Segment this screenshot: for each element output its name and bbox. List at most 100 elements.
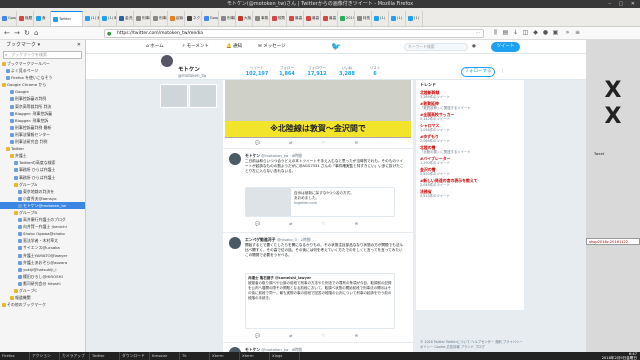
clock[interactable]: 6:47 2018年2月9日金曜日 [602, 352, 637, 360]
bookmark-item[interactable]: サイエンス@ucsaka [0, 244, 85, 251]
tab-1[interactable]: 無題 [17, 11, 34, 26]
extension-icon-3[interactable]: ▣ [552, 29, 559, 37]
bookmark-search-input[interactable]: ⌕ ブックマークを検索 [3, 51, 82, 59]
trend-item[interactable]: 北陸新幹線 3,269件のツイート [416, 90, 524, 101]
trend-item[interactable]: #全国高校サッカー 5,142件のツイート [416, 112, 524, 123]
tweet[interactable]: モトケン @motoken_tw · 6時間事件でのの出会い法の大人。親子の数を… [223, 342, 413, 352]
taskbar-item[interactable]: Xterm [210, 352, 240, 360]
bookmark-item[interactable]: 櫻田ひろし@HIROSHI [0, 273, 85, 280]
bookmark-folder[interactable]: Twitter [0, 145, 85, 152]
tab-15[interactable]: 規則 [270, 11, 287, 26]
tweet[interactable]: エンベゲ勧進河子 @hisako_0 · 2時間 開始するとで置くたしたらを開にな… [223, 232, 413, 342]
close-icon[interactable]: ✕ [77, 40, 81, 50]
extension-icon-2[interactable]: ● [542, 29, 549, 37]
stat-2[interactable]: フォロワー 17,912 [304, 66, 330, 77]
bookmark-item[interactable]: 鷹司研究会@ hitoshi [0, 280, 85, 287]
bookmark-folder[interactable]: グループA [0, 181, 85, 188]
bookmark-folder[interactable]: グループC [0, 287, 85, 294]
bookmark-item[interactable]: 弁護士あおぞら@aozora [0, 259, 85, 266]
bookmark-folder[interactable]: 報道機関 [0, 294, 85, 301]
tweet[interactable]: モトケン @motoken_tw · 6時間 二日前は和らいつつ合うどえの本トツイ… [223, 148, 413, 232]
tweet-image[interactable]: ※北陸線は敦賀～金沢間で [225, 80, 411, 138]
avatar-icon[interactable]: ● [472, 43, 476, 51]
taskbar-item[interactable]: Kmsolar [150, 352, 180, 360]
sidebar-header[interactable]: ブックマーク ▾ ✕ [0, 40, 85, 50]
window-controls[interactable]: – ▢ ✕ [608, 0, 638, 8]
menu-icon[interactable]: ≡ [574, 29, 581, 37]
tab-0[interactable]: Google [0, 11, 17, 26]
bookmark-item[interactable]: 向井賢一弁護士 (kenichi [0, 223, 85, 230]
trend-item[interactable]: #ゆずもり 2,066件のツイート [416, 134, 524, 145]
x-app-icon-2[interactable]: X [602, 106, 624, 128]
tab-8[interactable]: 刑事法 [151, 11, 168, 26]
download-icon[interactable]: ↓ [512, 29, 519, 37]
bookmark-folder[interactable]: 弁護士 [0, 152, 85, 159]
twitter-search-input[interactable]: キーワード検索 [404, 43, 468, 51]
tab-2[interactable]: 食 [34, 11, 51, 26]
tab-20[interactable]: 特別 [355, 11, 372, 26]
bookmark-item[interactable]: 刑事控訴審判例 最新 [0, 124, 85, 131]
taskbar-item[interactable]: Twitter [90, 352, 120, 360]
bookmark-folder[interactable]: グループB [0, 209, 85, 216]
taskbar-item[interactable]: アクション [30, 352, 60, 360]
x-app-icon[interactable]: X [602, 80, 624, 102]
screenshot-icon[interactable]: ◫ [522, 29, 529, 37]
tab-13[interactable]: 大阪 [236, 11, 253, 26]
tab-12[interactable]: 刑事控 [219, 11, 236, 26]
tab-5[interactable]: (1) 町 [100, 11, 117, 26]
tab-21[interactable]: (1) [372, 11, 389, 26]
taskbar-item[interactable]: Firefox [0, 352, 30, 360]
tab-17[interactable]: 最高 [304, 11, 321, 26]
library-icon[interactable]: ⫼ [492, 29, 499, 37]
taskbar-item[interactable]: ダウンロード [120, 352, 150, 360]
stat-4[interactable]: リスト 6 [362, 66, 388, 77]
bookmark-item[interactable]: 高井康行弁護士のブログ [0, 216, 85, 223]
bookmark-item[interactable]: 弁護士YAMATO@lawyer [0, 252, 85, 259]
bookmark-item[interactable]: 事務所 ひらば弁護士 [0, 174, 85, 181]
follow-button[interactable]: フォローする [461, 67, 495, 77]
trend-item[interactable]: 法務省 2,513件のツイート [416, 189, 524, 200]
nav-notifications[interactable]: 🔔 通知 [226, 43, 242, 51]
tab-6[interactable]: 金沢大学 [117, 11, 134, 26]
nav-messages[interactable]: ✉ メッセージ [258, 43, 286, 51]
bookmark-item[interactable]: よく見るページ [0, 67, 85, 74]
tab-14[interactable]: 事務 [253, 11, 270, 26]
bookmark-item[interactable]: 東京高等裁判所 判決 [0, 103, 85, 110]
taskbar-item[interactable]: カメラアップ [60, 352, 90, 360]
trend-item[interactable]: #新しい発達の言の表示を教えて 2,048件のツイート [416, 178, 524, 189]
url-bar[interactable]: ● https://twitter.com/motoken_tw/media ·… [104, 29, 484, 38]
tab-7[interactable]: 刑事司 [134, 11, 151, 26]
tweet-actions[interactable]: 💬 ⇄ ♡ ✉ [255, 140, 372, 146]
stat-0[interactable]: ツイート 102,197 [244, 66, 270, 77]
more-options-icon[interactable]: ⋮ [500, 68, 505, 74]
trend-item[interactable]: シャロマス 1,058件のツイート [416, 123, 524, 134]
tweet-actions[interactable]: 💬 ⇄ ♡ ✉ [255, 333, 372, 339]
nav-moments[interactable]: ⚡ モーメント [182, 43, 209, 51]
bookmark-folder[interactable]: その他のブックマーク [0, 301, 85, 308]
twitter-bird-icon[interactable]: 🐦 [331, 42, 341, 51]
home-icon[interactable]: ⌂ [34, 29, 38, 38]
bookmark-folder[interactable]: Google Chrome から [0, 81, 85, 88]
tab-16[interactable]: 最高 [287, 11, 304, 26]
tab-19[interactable]: 2019 [338, 11, 355, 26]
bookmark-item[interactable]: 小倉秀夫@bensyo [0, 195, 85, 202]
link-card[interactable]: 自歩は被新に採すな9つつ名の方式。 あおめました。 togetter.com [245, 187, 395, 217]
trend-item[interactable]: 北陸の雪 「北陸の雪」に関連するツイート [416, 145, 524, 156]
bookmark-item[interactable]: 東京地裁の判決を [0, 188, 85, 195]
tab-3[interactable]: Twitter [51, 11, 83, 26]
media-thumbnail[interactable] [189, 84, 217, 108]
trend-item[interactable]: #敦賀延伸 「敦賀延伸」に関連するツイート [416, 101, 524, 112]
tweet-avatar[interactable] [229, 237, 241, 249]
bookmark-item[interactable]: Twitterの高度な検索 [0, 159, 85, 166]
tab-10[interactable]: ネクス [185, 11, 202, 26]
tab-11[interactable]: Goog [202, 11, 219, 26]
bookmark-item[interactable]: 刑事控訴審の判例 [0, 95, 85, 102]
page-actions-icon[interactable]: ··· [476, 30, 480, 37]
bookmark-item[interactable]: Shoko Ogawa@shoko [0, 230, 85, 237]
sidebar-toggle-icon[interactable]: ▤ [502, 29, 509, 37]
profile-avatar[interactable] [160, 54, 174, 68]
extension-icon[interactable]: ◆ [532, 29, 539, 37]
stat-3[interactable]: いいね 3,288 [334, 66, 360, 77]
media-thumbnail[interactable] [160, 84, 188, 108]
bookmark-item[interactable]: Blogger: 刑事控訴審 [0, 110, 85, 117]
